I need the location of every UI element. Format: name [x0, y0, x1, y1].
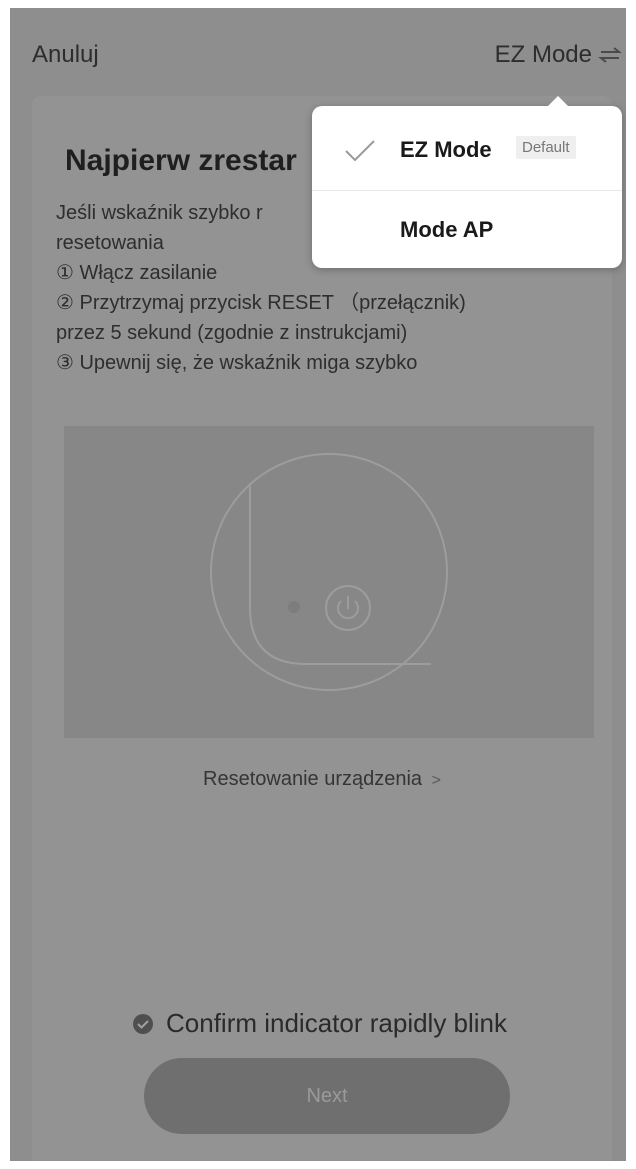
- reset-link-label: Resetowanie urządzenia: [203, 768, 423, 790]
- device-outline: [210, 453, 448, 691]
- mode-dropdown: EZ Mode Default Mode AP: [312, 96, 622, 270]
- chevron-right-icon: >: [431, 772, 441, 789]
- dropdown-pointer: [546, 96, 570, 108]
- device-drawing: [210, 453, 448, 691]
- dropdown-item-mode-ap[interactable]: Mode AP: [312, 190, 622, 270]
- top-bar: Anuluj EZ Mode: [10, 8, 626, 98]
- device-corner: [249, 484, 431, 665]
- indicator-light: [288, 601, 300, 613]
- default-badge: Default: [516, 136, 576, 159]
- instruction-line: ② Przytrzymaj przycisk RESET （przełączni…: [56, 292, 466, 314]
- dropdown-item-label: Mode AP: [400, 217, 494, 242]
- swap-arrows-icon: [598, 47, 622, 63]
- page-title: Najpierw zrestar: [65, 144, 297, 177]
- check-circle-icon: [133, 1013, 153, 1034]
- app-screen: Anuluj EZ Mode Najpierw zrestar Jeśli ws…: [10, 8, 626, 1161]
- cancel-button[interactable]: Anuluj: [32, 41, 99, 69]
- dropdown-item-label: EZ Mode: [400, 137, 492, 162]
- confirm-label: Confirm indicator rapidly blink: [166, 1008, 508, 1038]
- instruction-line: przez 5 sekund (zgodnie z instrukcjami): [56, 322, 408, 344]
- checkmark-icon: [345, 140, 375, 162]
- instruction-line: ③ Upewnij się, że wskaźnik miga szybko: [56, 352, 418, 374]
- mode-switch-label: EZ Mode: [494, 41, 592, 68]
- power-icon: [325, 585, 371, 631]
- next-button[interactable]: Next: [144, 1058, 510, 1134]
- dropdown-item-ez-mode[interactable]: EZ Mode Default: [312, 110, 622, 191]
- mode-switch-button[interactable]: EZ Mode: [495, 41, 622, 69]
- reset-device-link[interactable]: Resetowanie urządzenia >: [32, 768, 612, 791]
- device-reset-illustration: [64, 426, 594, 738]
- confirm-checkbox[interactable]: Confirm indicator rapidly blink: [132, 1008, 507, 1039]
